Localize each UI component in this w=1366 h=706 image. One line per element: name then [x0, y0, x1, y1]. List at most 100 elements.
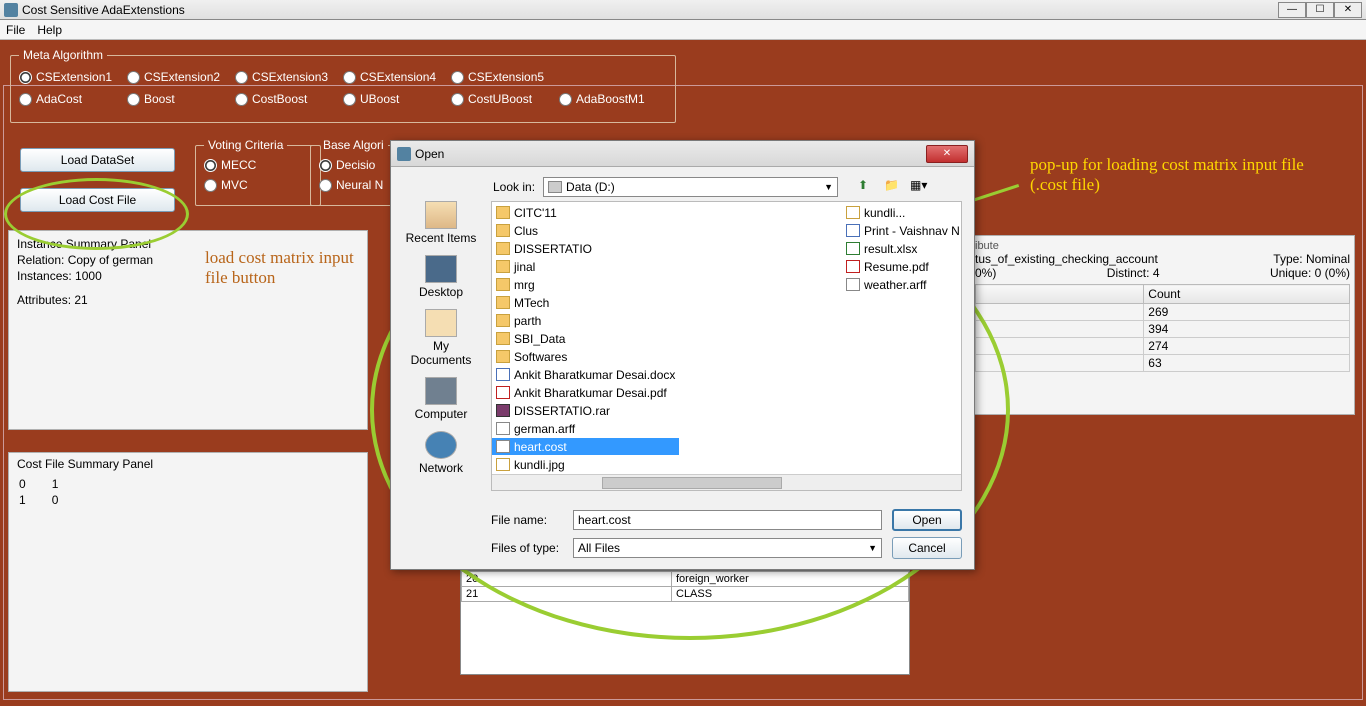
basealg-legend: Base Algori	[319, 138, 388, 152]
file-item[interactable]: Ankit Bharatkumar Desai.pdf	[492, 384, 679, 401]
file-item[interactable]: SBI_Data	[492, 330, 679, 347]
open-file-dialog: Open ✕ Look in: Data (D:) ▼ ⬆ 📁 ▦▾ Recen…	[390, 140, 975, 570]
place-desktop[interactable]: Desktop	[419, 255, 463, 299]
horizontal-scrollbar[interactable]	[492, 474, 961, 490]
view-menu-icon[interactable]: ▦▾	[910, 178, 928, 196]
radio-costboost[interactable]: CostBoost	[235, 92, 343, 106]
load-cost-file-button[interactable]: Load Cost File	[20, 188, 175, 212]
pdf-icon	[496, 386, 510, 399]
folder-icon	[496, 296, 510, 309]
rar-icon	[496, 404, 510, 417]
radio-mvc[interactable]	[204, 179, 217, 192]
cost-file-summary-panel: Cost File Summary Panel 0110	[8, 452, 368, 692]
annotation-popup-text: pop-up for loading cost matrix input fil…	[1030, 155, 1340, 195]
radio-uboost[interactable]: UBoost	[343, 92, 451, 106]
place-network[interactable]: Network	[419, 431, 463, 475]
voting-criteria-group: Voting Criteria MECC MVC	[195, 138, 321, 206]
place-recent[interactable]: Recent Items	[406, 201, 477, 245]
places-bar: Recent Items Desktop My Documents Comput…	[401, 201, 481, 475]
folder-icon	[496, 260, 510, 273]
radio-adacost[interactable]: AdaCost	[19, 92, 127, 106]
lookin-label: Look in:	[493, 180, 535, 194]
window-title: Cost Sensitive AdaExtenstions	[22, 3, 1278, 17]
radio-boost[interactable]: Boost	[127, 92, 235, 106]
menu-help[interactable]: Help	[37, 23, 62, 37]
folder-icon	[496, 332, 510, 345]
new-folder-icon[interactable]: 📁	[884, 178, 902, 196]
dialog-titlebar: Open ✕	[391, 141, 974, 167]
file-item[interactable]: DISSERTATIO.rar	[492, 402, 679, 419]
place-mydocs[interactable]: My Documents	[401, 309, 481, 367]
radio-mecc[interactable]	[204, 159, 217, 172]
instances-value: 1000	[75, 269, 102, 283]
radio-csextension1[interactable]: CSExtension1	[19, 70, 127, 84]
relation-value: Copy of german	[68, 253, 153, 267]
folder-icon	[496, 224, 510, 237]
folder-icon	[496, 278, 510, 291]
open-button[interactable]: Open	[892, 509, 962, 531]
costfile-panel-title: Cost File Summary Panel	[17, 457, 359, 471]
radio-neural[interactable]	[319, 179, 332, 192]
filename-label: File name:	[491, 513, 563, 527]
load-dataset-button[interactable]: Load DataSet	[20, 148, 175, 172]
maximize-button[interactable]: ☐	[1306, 2, 1334, 18]
file-item[interactable]: DISSERTATIO	[492, 240, 679, 257]
menu-file[interactable]: File	[6, 23, 25, 37]
file-icon	[846, 278, 860, 291]
pdf-icon	[846, 260, 860, 273]
folder-icon	[496, 314, 510, 327]
xls-icon	[846, 242, 860, 255]
file-item[interactable]: Softwares	[492, 348, 679, 365]
file-item[interactable]: Ankit Bharatkumar Desai.docx	[492, 366, 679, 383]
file-item[interactable]: kundli.jpg	[492, 456, 679, 473]
file-item[interactable]: jinal	[492, 258, 679, 275]
close-button[interactable]: ✕	[1334, 2, 1362, 18]
file-item[interactable]: MTech	[492, 294, 679, 311]
file-item[interactable]: kundli...	[842, 204, 962, 221]
radio-decision[interactable]	[319, 159, 332, 172]
file-item[interactable]: result.xlsx	[842, 240, 962, 257]
file-item[interactable]: Clus	[492, 222, 679, 239]
file-item[interactable]: heart.cost	[492, 438, 679, 455]
count-table: Count 26939427463	[975, 284, 1350, 372]
file-item[interactable]: german.arff	[492, 420, 679, 437]
folder-icon	[496, 242, 510, 255]
radio-csextension3[interactable]: CSExtension3	[235, 70, 343, 84]
menubar: File Help	[0, 20, 1366, 40]
doc-icon	[496, 368, 510, 381]
file-item[interactable]: mrg	[492, 276, 679, 293]
radio-adaboostm1[interactable]: AdaBoostM1	[559, 92, 667, 106]
radio-csextension5[interactable]: CSExtension5	[451, 70, 559, 84]
java-icon	[397, 147, 411, 161]
file-icon	[496, 440, 510, 453]
window-titlebar: Cost Sensitive AdaExtenstions — ☐ ✕	[0, 0, 1366, 20]
file-list[interactable]: CITC'11ClusDISSERTATIOjinalmrgMTechparth…	[491, 201, 962, 491]
filetype-combo[interactable]: All Files ▼	[573, 538, 882, 558]
attribute-list-panel: 20foreign_worker21CLASS	[460, 570, 910, 675]
filename-input[interactable]	[573, 510, 882, 530]
java-icon	[4, 3, 18, 17]
attribute-detail-panel: ibute tus_of_existing_checking_account T…	[970, 235, 1355, 415]
img-icon	[496, 458, 510, 471]
folder-icon	[496, 206, 510, 219]
attributes-value: 21	[74, 293, 87, 307]
file-item[interactable]: parth	[492, 312, 679, 329]
lookin-combo[interactable]: Data (D:) ▼	[543, 177, 838, 197]
radio-csextension4[interactable]: CSExtension4	[343, 70, 451, 84]
cost-matrix-table: 0110	[17, 475, 84, 509]
place-computer[interactable]: Computer	[415, 377, 468, 421]
up-folder-icon[interactable]: ⬆	[858, 178, 876, 196]
file-item[interactable]: CITC'11	[492, 204, 679, 221]
minimize-button[interactable]: —	[1278, 2, 1306, 18]
dialog-close-button[interactable]: ✕	[926, 145, 968, 163]
drive-icon	[548, 181, 562, 193]
file-item[interactable]: weather.arff	[842, 276, 962, 293]
file-item[interactable]: Resume.pdf	[842, 258, 962, 275]
file-item[interactable]: Print - Vaishnav N	[842, 222, 962, 239]
meta-legend: Meta Algorithm	[19, 48, 107, 62]
chevron-down-icon: ▼	[824, 182, 833, 192]
radio-costuboost[interactable]: CostUBoost	[451, 92, 559, 106]
cancel-button[interactable]: Cancel	[892, 537, 962, 559]
radio-csextension2[interactable]: CSExtension2	[127, 70, 235, 84]
doc-icon	[846, 224, 860, 237]
